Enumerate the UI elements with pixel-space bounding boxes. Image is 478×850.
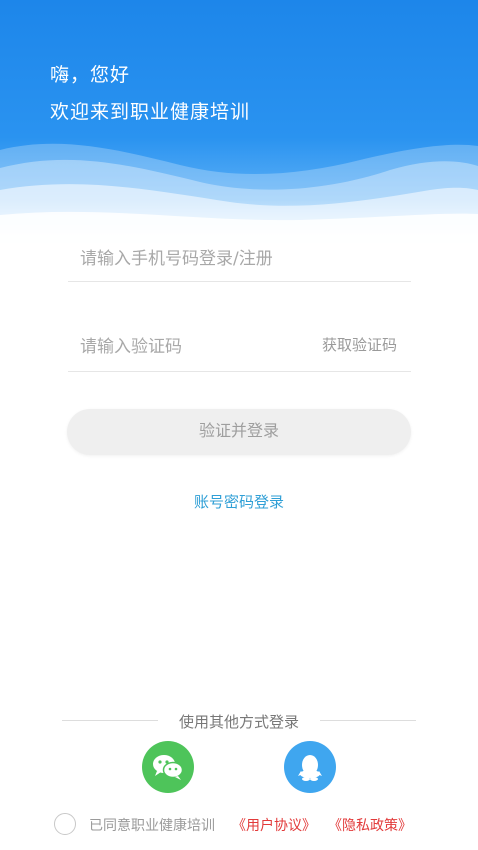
get-code-button[interactable]: 获取验证码 [322, 334, 397, 355]
login-screen: 嗨，您好 欢迎来到职业健康培训 请输入手机号码登录/注册 请输入验证码 获取验证… [0, 0, 478, 850]
privacy-policy-link[interactable]: 《隐私政策》 [328, 815, 412, 835]
verify-login-button[interactable]: 验证并登录 [67, 409, 411, 455]
qq-icon [298, 755, 322, 781]
user-agreement-link[interactable]: 《用户协议》 [232, 815, 316, 835]
phone-field[interactable]: 请输入手机号码登录/注册 [68, 192, 411, 282]
other-login-divider: 使用其他方式登录 [62, 711, 416, 731]
code-placeholder: 请输入验证码 [80, 337, 182, 357]
other-login-label: 使用其他方式登录 [178, 713, 299, 731]
phone-placeholder: 请输入手机号码登录/注册 [80, 249, 273, 269]
agreement-text: 已同意职业健康培训 [89, 818, 215, 834]
agreement-checkbox[interactable] [54, 813, 76, 835]
welcome-text: 欢迎来到职业健康培训 [50, 101, 251, 123]
verification-code-field[interactable]: 请输入验证码 获取验证码 [68, 282, 411, 372]
divider-line-right [320, 720, 416, 721]
password-login-link[interactable]: 账号密码登录 [0, 491, 478, 512]
wechat-icon [153, 755, 184, 780]
qq-login-button[interactable] [284, 741, 336, 793]
wechat-login-button[interactable] [142, 741, 194, 793]
greeting-text: 嗨，您好 [50, 64, 131, 86]
